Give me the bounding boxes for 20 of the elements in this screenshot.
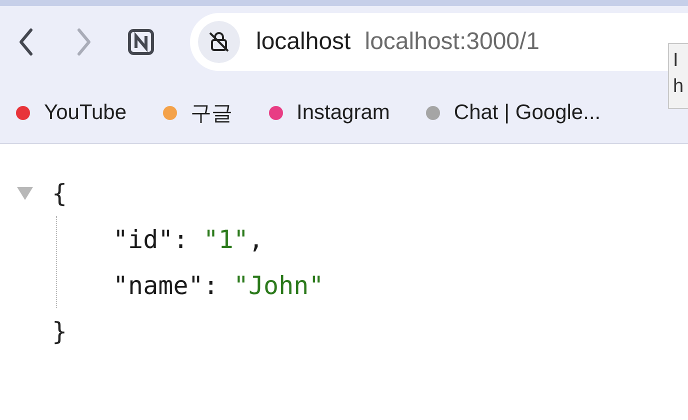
collapse-toggle-icon[interactable] xyxy=(16,185,34,201)
bookmark[interactable]: Chat | Google... xyxy=(426,101,601,125)
json-key: "id" xyxy=(113,224,174,254)
colon: : xyxy=(203,270,220,300)
site-name: localhost xyxy=(256,28,351,56)
bookmark[interactable]: 구글 xyxy=(162,99,233,127)
url-text: localhost:3000/1 xyxy=(364,28,540,56)
json-key: "name" xyxy=(113,270,204,300)
close-brace: } xyxy=(52,316,68,346)
comma: , xyxy=(248,224,264,254)
bookmark[interactable]: YouTube xyxy=(16,101,127,125)
colon: : xyxy=(173,224,190,254)
json-value: "John" xyxy=(233,270,324,300)
json-value: "1" xyxy=(203,224,248,254)
extension-icon[interactable] xyxy=(128,29,154,55)
tooltip-text: I xyxy=(673,50,680,72)
bookmark[interactable]: Instagram xyxy=(268,101,390,125)
tooltip-text: h xyxy=(673,76,685,98)
open-brace: { xyxy=(52,178,68,208)
site-info-icon[interactable] xyxy=(198,21,240,63)
